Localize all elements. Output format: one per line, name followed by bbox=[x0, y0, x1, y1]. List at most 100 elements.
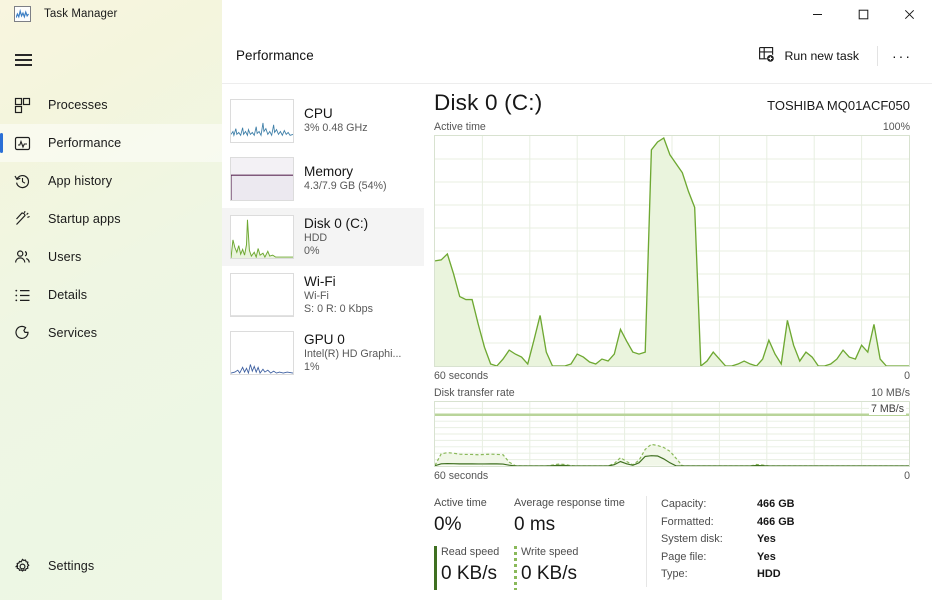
toolbar-divider bbox=[877, 46, 878, 66]
detail-title: Disk 0 (C:) bbox=[434, 90, 542, 116]
task-manager-window: Task Manager Processes bbox=[0, 0, 932, 600]
run-new-task-button[interactable]: Run new task bbox=[748, 40, 869, 72]
disk-properties: Capacity: 466 GB Formatted: 466 GB Syste… bbox=[646, 496, 795, 587]
app-history-icon bbox=[12, 171, 32, 191]
content-area: CPU 3% 0.48 GHz Memory 4.3/7.9 GB (54%) bbox=[222, 84, 932, 600]
active-time-graph bbox=[434, 135, 910, 367]
sidebar-item-processes[interactable]: Processes bbox=[0, 86, 222, 124]
sidebar-item-label: Performance bbox=[48, 136, 121, 150]
sidebar-spacer bbox=[0, 352, 222, 546]
disk-model: TOSHIBA MQ01ACF050 bbox=[767, 98, 910, 113]
hamburger-icon[interactable] bbox=[0, 38, 46, 82]
disk-detail-panel: Disk 0 (C:) TOSHIBA MQ01ACF050 Active ti… bbox=[424, 84, 932, 600]
toolbar: Performance Run new task ··· bbox=[222, 28, 932, 84]
sidebar-item-services[interactable]: Services bbox=[0, 314, 222, 352]
perf-item-disk[interactable]: Disk 0 (C:) HDD 0% bbox=[222, 208, 424, 266]
cpu-sparkline bbox=[230, 99, 294, 143]
active-time-xaxis: 60 seconds bbox=[434, 370, 488, 382]
stat-value: 0% bbox=[434, 511, 514, 538]
sidebar-item-settings[interactable]: Settings bbox=[0, 546, 222, 586]
disk-stats: Active time 0% Read speed 0 KB/s Average… bbox=[434, 484, 910, 587]
sidebar-item-label: Services bbox=[48, 326, 97, 340]
active-time-xaxis-row: 60 seconds 0 bbox=[434, 367, 910, 384]
property-value: 466 GB bbox=[757, 496, 795, 514]
stat-write-speed: Write speed 0 KB/s bbox=[514, 545, 646, 587]
perf-item-line2: 1% bbox=[304, 361, 401, 375]
active-time-max: 100% bbox=[883, 121, 910, 133]
sidebar-item-app-history[interactable]: App history bbox=[0, 162, 222, 200]
transfer-rate-max: 10 MB/s bbox=[871, 387, 910, 399]
performance-resource-list: CPU 3% 0.48 GHz Memory 4.3/7.9 GB (54%) bbox=[222, 84, 424, 600]
perf-item-meta: Disk 0 (C:) HDD 0% bbox=[304, 216, 368, 259]
stat-active-time: Active time 0% Read speed 0 KB/s bbox=[434, 496, 514, 587]
sidebar-item-label: Users bbox=[48, 250, 81, 264]
transfer-rate-graph: 7 MB/s bbox=[434, 401, 910, 467]
new-task-icon bbox=[758, 46, 775, 66]
perf-item-meta: GPU 0 Intel(R) HD Graphi... 1% bbox=[304, 332, 401, 375]
perf-item-line1: Wi-Fi bbox=[304, 290, 373, 304]
sidebar-nav: Processes Performance bbox=[0, 86, 222, 352]
wifi-sparkline bbox=[230, 273, 294, 317]
perf-item-line1: HDD bbox=[304, 232, 368, 246]
perf-item-line1: 4.3/7.9 GB (54%) bbox=[304, 180, 387, 194]
maximize-button[interactable] bbox=[840, 0, 886, 29]
transfer-rate-label: Disk transfer rate bbox=[434, 387, 515, 399]
transfer-rate-axis-labels: Disk transfer rate 10 MB/s bbox=[434, 384, 910, 401]
perf-item-memory[interactable]: Memory 4.3/7.9 GB (54%) bbox=[222, 150, 424, 208]
active-time-label: Active time bbox=[434, 121, 486, 133]
close-button[interactable] bbox=[886, 0, 932, 29]
disk-sparkline bbox=[230, 215, 294, 259]
sidebar-item-users[interactable]: Users bbox=[0, 238, 222, 276]
sidebar: Task Manager Processes bbox=[0, 0, 222, 600]
memory-sparkline bbox=[230, 157, 294, 201]
toolbar-actions: Run new task ··· bbox=[748, 40, 918, 72]
run-new-task-label: Run new task bbox=[784, 49, 859, 63]
active-time-axis-labels: Active time 100% bbox=[434, 118, 910, 135]
transfer-rate-min: 0 bbox=[904, 470, 910, 482]
stat-label: Average response time bbox=[514, 496, 646, 511]
perf-item-meta: CPU 3% 0.48 GHz bbox=[304, 106, 368, 136]
gpu-sparkline bbox=[230, 331, 294, 375]
more-options-icon[interactable]: ··· bbox=[886, 41, 918, 71]
main-pane: Performance Run new task ··· bbox=[222, 0, 932, 600]
sidebar-item-performance[interactable]: Performance bbox=[0, 124, 222, 162]
property-value: Yes bbox=[757, 549, 795, 567]
sidebar-item-label: App history bbox=[48, 174, 112, 188]
property-value: HDD bbox=[757, 566, 795, 584]
perf-item-gpu[interactable]: GPU 0 Intel(R) HD Graphi... 1% bbox=[222, 324, 424, 382]
sidebar-item-label: Processes bbox=[48, 98, 108, 112]
perf-item-meta: Wi-Fi Wi-Fi S: 0 R: 0 Kbps bbox=[304, 274, 373, 317]
transfer-rate-xaxis: 60 seconds bbox=[434, 470, 488, 482]
property-value: Yes bbox=[757, 531, 795, 549]
stat-value: 0 KB/s bbox=[441, 560, 514, 587]
perf-item-line1: Intel(R) HD Graphi... bbox=[304, 348, 401, 362]
active-time-min: 0 bbox=[904, 370, 910, 382]
gear-icon bbox=[12, 556, 32, 576]
minimize-button[interactable] bbox=[794, 0, 840, 29]
perf-item-line2: 0% bbox=[304, 245, 368, 259]
perf-item-wifi[interactable]: Wi-Fi Wi-Fi S: 0 R: 0 Kbps bbox=[222, 266, 424, 324]
perf-item-cpu[interactable]: CPU 3% 0.48 GHz bbox=[222, 92, 424, 150]
page-title: Performance bbox=[236, 48, 314, 63]
services-icon bbox=[12, 323, 32, 343]
property-key: Type: bbox=[661, 566, 757, 584]
detail-header: Disk 0 (C:) TOSHIBA MQ01ACF050 bbox=[434, 90, 910, 118]
perf-item-name: Memory bbox=[304, 164, 387, 180]
sidebar-item-label: Settings bbox=[48, 559, 94, 573]
task-manager-icon bbox=[14, 6, 31, 22]
performance-icon bbox=[12, 133, 32, 153]
property-key: Page file: bbox=[661, 549, 757, 567]
perf-item-name: CPU bbox=[304, 106, 368, 122]
sidebar-item-label: Details bbox=[48, 288, 87, 302]
stat-value: 0 ms bbox=[514, 511, 646, 538]
property-value: 466 GB bbox=[757, 514, 795, 532]
sidebar-item-details[interactable]: Details bbox=[0, 276, 222, 314]
perf-item-line2: S: 0 R: 0 Kbps bbox=[304, 303, 373, 317]
sidebar-item-startup-apps[interactable]: Startup apps bbox=[0, 200, 222, 238]
details-icon bbox=[12, 285, 32, 305]
window-controls bbox=[794, 0, 932, 29]
perf-item-name: Disk 0 (C:) bbox=[304, 216, 368, 232]
sidebar-item-label: Startup apps bbox=[48, 212, 121, 226]
stat-read-speed: Read speed 0 KB/s bbox=[434, 545, 514, 587]
transfer-rate-marker-label: 7 MB/s bbox=[869, 403, 906, 415]
